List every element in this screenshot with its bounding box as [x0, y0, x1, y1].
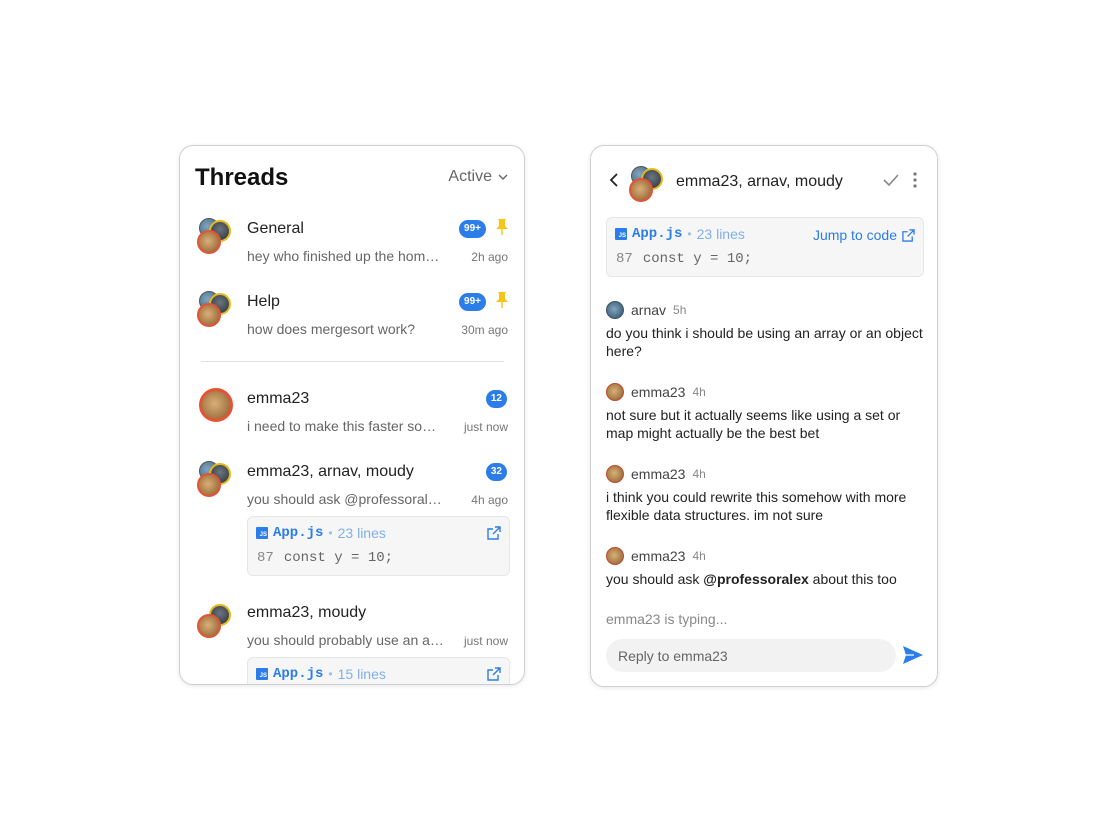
message-time: 4h — [692, 549, 706, 563]
message-time: 5h — [673, 303, 687, 317]
jump-label: Jump to code — [812, 227, 897, 243]
message-author: emma23 — [631, 466, 686, 482]
back-arrow-icon[interactable] — [608, 173, 620, 187]
typing-indicator: emma23 is typing... — [606, 611, 728, 627]
thread-preview: you should ask @professoralex about this… — [247, 491, 447, 507]
conversation-title: emma23, arnav, moudy — [676, 173, 843, 190]
thread-preview: you should probably use an array — [247, 632, 447, 648]
avatar — [606, 465, 624, 483]
thread-time: just now — [463, 420, 508, 434]
thread-preview: hey who finished up the homework — [247, 248, 447, 264]
js-file-icon: JS — [256, 527, 268, 539]
separator-dot: • — [328, 667, 333, 681]
jump-to-code-link[interactable]: Jump to code — [813, 227, 915, 243]
thread-preview: how does mergesort work? — [247, 321, 416, 337]
message-text-after: about this too — [808, 571, 897, 587]
group-avatar — [197, 602, 237, 642]
message-text: you should ask @professoralex about this… — [606, 570, 924, 588]
thread-time: 2h ago — [471, 250, 508, 264]
message-time: 4h — [692, 467, 706, 481]
message-text: i think you could rewrite this somehow w… — [606, 489, 907, 523]
code-snippet-header: JS App.js • 23 lines — [615, 226, 745, 242]
thread-name: emma23 — [247, 390, 310, 407]
code-snippet-card[interactable]: JS App.js • 23 lines Jump to code 87 cons… — [606, 217, 924, 277]
conversation-panel: emma23, arnav, moudy JS App.js • 23 line… — [590, 145, 938, 687]
message: emma23 4h i think you could rewrite this… — [606, 465, 924, 524]
thread-name: emma23, moudy — [247, 604, 367, 621]
user-avatar — [197, 388, 237, 428]
unread-badge: 99+ — [459, 293, 486, 311]
group-avatar — [629, 166, 669, 204]
thread-row-general[interactable]: General hey who finished up the homework… — [180, 218, 524, 270]
code-text: const y = 10; — [283, 550, 394, 566]
line-number: 87 — [257, 550, 274, 566]
js-file-icon: JS — [615, 228, 627, 240]
filter-label: Active — [448, 168, 492, 185]
line-count: 23 lines — [696, 226, 745, 242]
code-snippet-card[interactable]: JS App.js • 23 lines 87 const y = 10; — [247, 516, 510, 576]
code-snippet-header: JS App.js • 15 lines — [256, 666, 386, 682]
message: emma23 4h you should ask @professoralex … — [606, 547, 924, 588]
separator-dot: • — [687, 227, 692, 241]
pinned-divider — [201, 361, 504, 362]
file-name: App.js — [632, 226, 683, 242]
message-text: do you think i should be using an array … — [606, 325, 923, 359]
avatar — [606, 301, 624, 319]
message-author: emma23 — [631, 384, 686, 400]
code-snippet-card[interactable]: JS App.js • 15 lines — [247, 657, 510, 684]
external-link-icon — [902, 228, 915, 242]
pin-icon[interactable] — [494, 218, 510, 236]
thread-row-emma23-moudy[interactable]: emma23, moudy you should probably use an… — [180, 602, 524, 684]
code-line: 87 const y = 10; — [257, 550, 393, 566]
user-mention[interactable]: @professoralex — [703, 571, 808, 587]
message-time: 4h — [692, 385, 706, 399]
thread-name: Help — [247, 293, 280, 310]
unread-badge: 12 — [485, 390, 507, 408]
check-icon[interactable] — [883, 173, 899, 187]
separator-dot: • — [328, 526, 333, 540]
threads-panel: Threads Active General hey who finished … — [179, 145, 525, 685]
code-line: 87 const y = 10; — [616, 251, 752, 267]
chevron-down-icon — [498, 174, 508, 180]
file-name: App.js — [273, 525, 324, 541]
thread-row-group[interactable]: emma23, arnav, moudy you should ask @pro… — [180, 461, 524, 583]
avatar — [606, 383, 624, 401]
line-count: 23 lines — [337, 525, 386, 541]
thread-time: just now — [463, 634, 508, 648]
thread-name: emma23, arnav, moudy — [247, 463, 414, 480]
thread-row-help[interactable]: Help how does mergesort work? 99+ 30m ag… — [180, 291, 524, 343]
unread-badge: 32 — [485, 463, 507, 481]
message: arnav 5h do you think i should be using … — [606, 301, 924, 360]
external-link-icon[interactable] — [487, 526, 501, 540]
message-author: arnav — [631, 302, 667, 318]
thread-name: General — [247, 220, 304, 237]
file-name: App.js — [273, 666, 324, 682]
threads-title: Threads — [195, 164, 289, 191]
message-text-before: you should ask — [606, 571, 704, 587]
reply-input[interactable] — [606, 639, 896, 672]
message-text: not sure but it actually seems like usin… — [606, 407, 901, 441]
unread-badge: 99+ — [459, 220, 486, 238]
thread-preview: i need to make this faster somehow — [247, 418, 447, 434]
code-snippet-header: JS App.js • 23 lines — [256, 525, 386, 541]
external-link-icon[interactable] — [487, 667, 501, 681]
group-avatar — [197, 461, 237, 501]
thread-time: 30m ago — [461, 323, 508, 337]
message: emma23 4h not sure but it actually seems… — [606, 383, 924, 442]
group-avatar — [197, 218, 237, 258]
message-author: emma23 — [631, 548, 686, 564]
avatar — [606, 547, 624, 565]
js-file-icon: JS — [256, 668, 268, 680]
pin-icon[interactable] — [494, 291, 510, 309]
active-filter-dropdown[interactable]: Active — [448, 168, 508, 186]
thread-time: 4h ago — [471, 493, 508, 507]
code-text: const y = 10; — [642, 251, 753, 267]
kebab-menu-icon[interactable] — [913, 172, 917, 188]
line-number: 87 — [616, 251, 633, 267]
group-avatar — [197, 291, 237, 331]
send-icon[interactable] — [902, 644, 924, 666]
line-count: 15 lines — [337, 666, 386, 682]
thread-row-emma23[interactable]: emma23 i need to make this faster someho… — [180, 388, 524, 440]
